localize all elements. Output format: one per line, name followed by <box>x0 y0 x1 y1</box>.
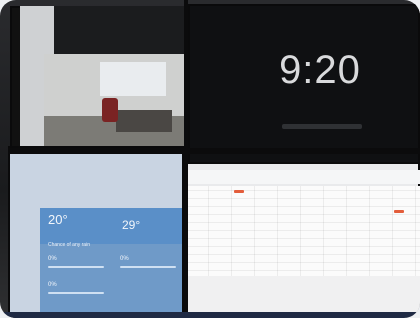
weather-section-title: Chance of any rain <box>48 242 90 248</box>
weather-percent-2-bar <box>120 266 176 268</box>
weather-temp-primary: 20° <box>48 212 68 227</box>
spreadsheet-ribbon <box>186 170 420 184</box>
monitor-wall-photo: 9:20 20° 29° Chance of any rain 0% 0% 0% <box>0 0 420 318</box>
camera-view <box>10 6 186 152</box>
photo-frame: 9:20 20° 29° Chance of any rain 0% 0% 0% <box>0 0 420 318</box>
camera-ceiling <box>54 6 186 56</box>
clock-time: 9:20 <box>279 48 361 92</box>
weather-percent-1: 0% <box>48 256 57 262</box>
weather-temp-secondary: 29° <box>122 218 141 232</box>
camera-window <box>100 62 166 96</box>
monitor-bezel-vertical <box>184 0 188 318</box>
clock-subtext <box>282 124 362 129</box>
security-camera-monitor <box>10 6 186 152</box>
weather-percent-3-bar <box>48 292 104 294</box>
camera-chair <box>102 98 118 122</box>
weather-percent-2: 0% <box>120 256 129 262</box>
camera-desk <box>116 110 172 132</box>
spreadsheet-red-marker <box>394 210 404 213</box>
weather-percent-3: 0% <box>48 282 57 288</box>
monitor-bezel-horizontal <box>8 148 420 154</box>
spreadsheet-red-marker <box>234 190 244 193</box>
bottom-edge-strip <box>0 312 420 318</box>
weather-percent-1-bar <box>48 266 104 268</box>
